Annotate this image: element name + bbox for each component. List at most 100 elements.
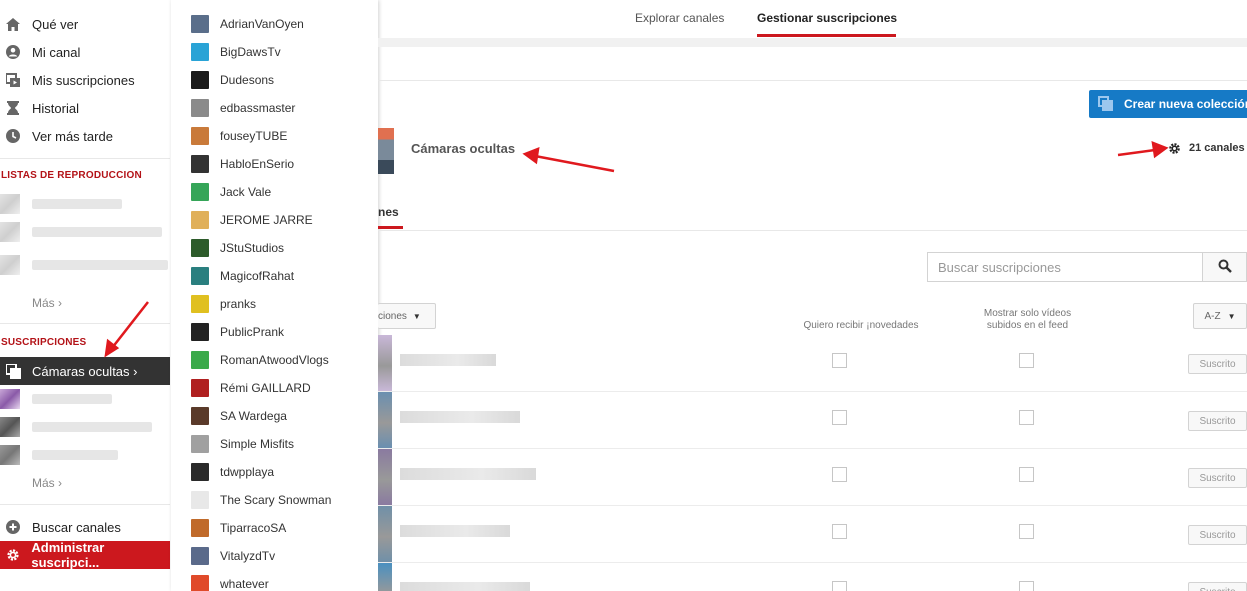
channel-count: 21 canales	[1189, 142, 1245, 154]
subscribed-button[interactable]: Suscrito	[1188, 525, 1247, 545]
channel-menu-item[interactable]: Simple Misfits	[171, 430, 378, 458]
updates-checkbox[interactable]	[832, 467, 847, 482]
channel-avatar	[191, 127, 209, 145]
gear-icon[interactable]	[1168, 142, 1181, 158]
channel-avatar	[191, 407, 209, 425]
subscribed-label: Suscrito	[1199, 358, 1236, 370]
subscribed-label: Suscrito	[1199, 529, 1236, 541]
channel-menu-item[interactable]: BigDawsTv	[171, 38, 378, 66]
chevron-down-icon: ▼	[1227, 311, 1236, 321]
channel-menu-item[interactable]: AdrianVanOyen	[171, 10, 378, 38]
channel-menu-item[interactable]: Jack Vale	[171, 178, 378, 206]
channel-menu-item[interactable]: JStuStudios	[171, 234, 378, 262]
tab-gestionar-suscripciones[interactable]: Gestionar suscripciones	[757, 11, 897, 25]
channel-menu-item[interactable]: tdwpplaya	[171, 458, 378, 486]
az-sort-button[interactable]: A-Z ▼	[1193, 303, 1247, 329]
subscribed-label: Suscrito	[1199, 415, 1236, 427]
channel-menu-item[interactable]: HabloEnSerio	[171, 150, 378, 178]
nav-mi-canal[interactable]: Mi canal	[0, 38, 170, 66]
subscription-row: Suscrito	[378, 506, 1247, 563]
channel-avatar	[191, 239, 209, 257]
channel-menu-item[interactable]: Rémi GAILLARD	[171, 374, 378, 402]
create-collection-button[interactable]: Crear nueva colección	[1089, 90, 1247, 118]
collection-camaras-ocultas[interactable]: Cámaras ocultas ›	[0, 357, 170, 385]
uploads-only-checkbox[interactable]	[1019, 524, 1034, 539]
subscribed-button[interactable]: Suscrito	[1188, 411, 1247, 431]
tab-explorar-canales[interactable]: Explorar canales	[635, 11, 724, 25]
uploads-only-checkbox[interactable]	[1019, 467, 1034, 482]
channel-name-blurred	[400, 582, 530, 591]
channel-menu-item[interactable]: The Scary Snowman	[171, 486, 378, 514]
nav-mis-suscripciones[interactable]: Mis suscripciones	[0, 66, 170, 94]
channel-avatar	[191, 435, 209, 453]
tab-suscripciones[interactable]: nes	[378, 205, 399, 219]
channel-avatar	[191, 323, 209, 341]
updates-checkbox[interactable]	[832, 524, 847, 539]
subscription-item[interactable]	[0, 417, 152, 437]
channel-menu-item[interactable]: SA Wardega	[171, 402, 378, 430]
search-icon	[1218, 259, 1232, 276]
channel-thumbnail	[378, 506, 392, 562]
channel-menu-item[interactable]: RomanAtwoodVlogs	[171, 346, 378, 374]
updates-checkbox[interactable]	[832, 410, 847, 425]
subscribed-button[interactable]: Suscrito	[1188, 354, 1247, 374]
collection-title: Cámaras ocultas	[411, 141, 516, 156]
playlist-item[interactable]	[0, 194, 122, 214]
subscribed-button[interactable]: Suscrito	[1188, 468, 1247, 488]
channel-name: Simple Misfits	[220, 437, 295, 451]
channel-name: VitalyzdTv	[220, 549, 276, 563]
channel-menu-item[interactable]: JEROME JARRE	[171, 206, 378, 234]
channel-avatar	[191, 43, 209, 61]
channel-thumbnail	[378, 563, 392, 591]
sort-dropdown[interactable]: ciones ▼	[378, 303, 436, 329]
nav-administrar-suscripciones[interactable]: Administrar suscripci...	[0, 540, 170, 570]
channel-menu-item[interactable]: VitalyzdTv	[171, 542, 378, 570]
channel-menu-item[interactable]: pranks	[171, 290, 378, 318]
channel-name-blurred	[400, 525, 510, 537]
uploads-only-checkbox[interactable]	[1019, 410, 1034, 425]
divider	[0, 323, 170, 324]
channel-menu-item[interactable]: edbassmaster	[171, 94, 378, 122]
collection-label: Cámaras ocultas ›	[32, 363, 138, 379]
channel-name: BigDawsTv	[220, 45, 281, 59]
channel-menu-item[interactable]: TiparracoSA	[171, 514, 378, 542]
home-icon	[5, 16, 21, 32]
updates-checkbox[interactable]	[832, 353, 847, 368]
collection-thumbnail	[378, 128, 394, 174]
channel-avatar	[191, 71, 209, 89]
nav-historial[interactable]: Historial	[0, 94, 170, 122]
column-header-uploads: Mostrar solo vídeos subidos en el feed	[983, 308, 1072, 331]
more-subscriptions-link[interactable]: Más ›	[32, 476, 62, 490]
channel-menu-item[interactable]: whatever	[171, 570, 378, 591]
channel-name: AdrianVanOyen	[220, 17, 304, 31]
subscribed-button[interactable]: Suscrito	[1188, 582, 1247, 591]
subscription-item[interactable]	[0, 389, 112, 409]
channel-menu-item[interactable]: fouseyTUBE	[171, 122, 378, 150]
nav-label: Buscar canales	[32, 519, 121, 535]
nav-que-ver[interactable]: Qué ver	[0, 10, 170, 38]
collection-icon	[5, 363, 21, 379]
subscription-item[interactable]	[0, 445, 118, 465]
more-playlists-link[interactable]: Más ›	[32, 296, 62, 310]
channel-avatar	[191, 351, 209, 369]
playlist-item[interactable]	[0, 222, 162, 242]
channel-name: HabloEnSerio	[220, 157, 295, 171]
nav-ver-mas-tarde[interactable]: Ver más tarde	[0, 122, 170, 150]
search-subscriptions-input[interactable]: Buscar suscripciones	[927, 252, 1203, 282]
channel-menu-item[interactable]: MagicofRahat	[171, 262, 378, 290]
channel-menu-item[interactable]: PublicPrank	[171, 318, 378, 346]
divider	[0, 158, 170, 159]
nav-buscar-canales[interactable]: Buscar canales	[0, 513, 170, 541]
channel-name: whatever	[220, 577, 269, 591]
playlist-item[interactable]	[0, 255, 168, 275]
channel-name: pranks	[220, 297, 257, 311]
search-button[interactable]	[1202, 252, 1247, 282]
uploads-only-checkbox[interactable]	[1019, 581, 1034, 591]
sort-label: ciones	[378, 310, 407, 322]
updates-checkbox[interactable]	[832, 581, 847, 591]
channel-name: RomanAtwoodVlogs	[220, 353, 329, 367]
clock-icon	[5, 128, 21, 144]
arrow-to-count	[1117, 148, 1156, 157]
channel-menu-item[interactable]: Dudesons	[171, 66, 378, 94]
uploads-only-checkbox[interactable]	[1019, 353, 1034, 368]
